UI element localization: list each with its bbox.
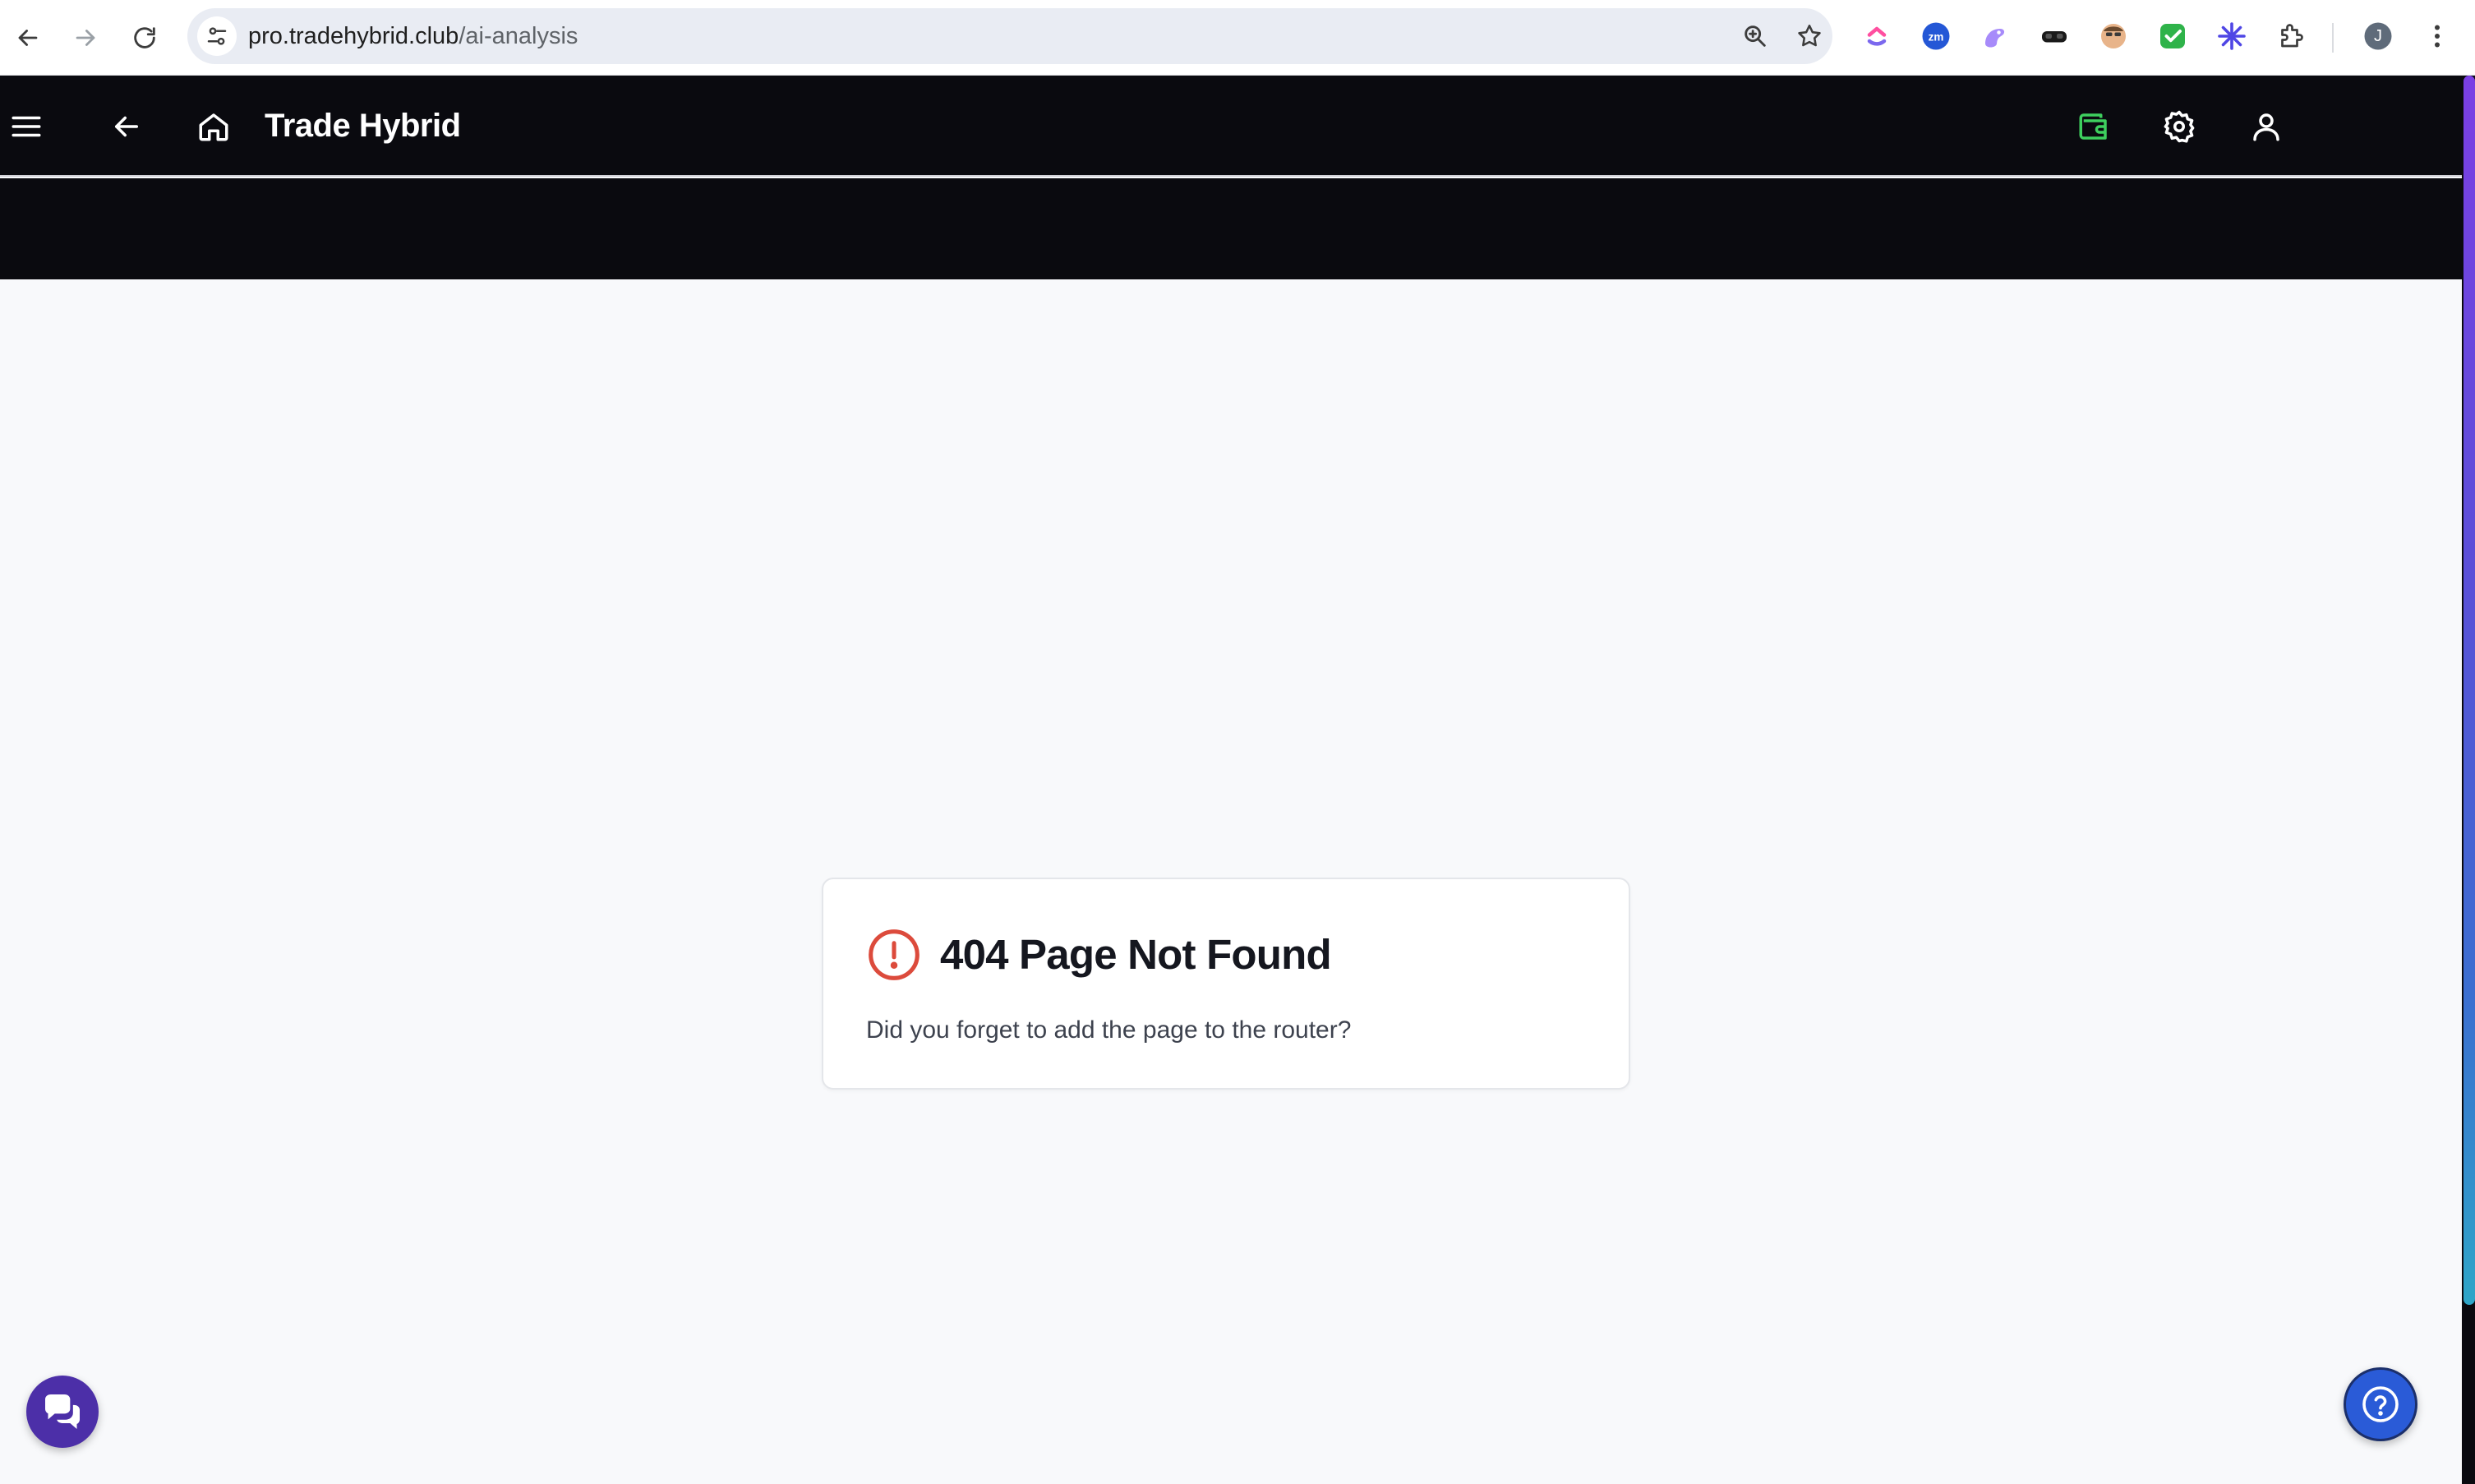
svg-text:zm: zm (1929, 30, 1944, 43)
browser-back-button[interactable] (8, 18, 48, 58)
extension-checkmark[interactable] (2156, 20, 2189, 53)
scrollbar-thumb[interactable] (2463, 76, 2475, 1305)
zoom-indicator-button[interactable] (1739, 20, 1772, 53)
not-found-card: 404 Page Not Found Did you forget to add… (822, 878, 1630, 1090)
help-circle-icon (2362, 1386, 2399, 1422)
bookmark-button[interactable] (1793, 20, 1826, 53)
reload-icon (134, 27, 155, 48)
alert-circle-icon (866, 927, 922, 983)
ai-assistant-icon (1985, 29, 2005, 48)
extension-sparkle[interactable] (2215, 20, 2248, 53)
browser-forward-button[interactable] (66, 18, 105, 58)
browser-menu-button[interactable] (2421, 20, 2454, 53)
more-vertical-icon (2435, 25, 2440, 48)
back-button[interactable] (102, 102, 151, 151)
wallet-button[interactable] (2069, 102, 2118, 151)
vr-headset-icon (2042, 31, 2067, 43)
address-bar[interactable]: pro.tradehybrid.club/ai-analysis (187, 8, 1832, 64)
home-button[interactable] (189, 102, 238, 151)
menu-button[interactable] (2, 102, 51, 151)
app-title[interactable]: Trade Hybrid (265, 76, 461, 177)
not-found-message: Did you forget to add the page to the ro… (866, 1016, 1352, 1044)
url-host: pro.tradehybrid.club (248, 23, 459, 49)
arrow-right-icon (76, 30, 95, 46)
extension-clickup[interactable] (1860, 20, 1893, 53)
gear-icon (2164, 110, 2195, 143)
chat-button[interactable] (26, 1376, 99, 1448)
app-header: Trade Hybrid (0, 76, 2462, 177)
sparkle-extension-icon (2218, 22, 2246, 50)
profile-initial: J (2374, 27, 2382, 45)
extensions-menu-button[interactable] (2275, 20, 2307, 53)
user-icon (2253, 113, 2279, 141)
account-button[interactable] (2242, 102, 2291, 151)
browser-toolbar: pro.tradehybrid.club/ai-analysis zm J (0, 0, 2475, 76)
wallet-icon (2079, 113, 2107, 140)
url-path: /ai-analysis (459, 23, 578, 49)
profile-button[interactable]: J (2362, 20, 2394, 53)
zoom-icon: zm (1922, 22, 1950, 50)
extension-zoom[interactable]: zm (1920, 20, 1952, 53)
chat-bubbles-icon (45, 1394, 80, 1429)
hamburger-icon (12, 116, 41, 137)
tune-icon (207, 27, 227, 45)
checkmark-extension-icon (2160, 24, 2185, 48)
zoom-in-icon (1744, 25, 1766, 47)
header-sub-band (0, 178, 2462, 279)
extension-avatar[interactable] (2097, 20, 2130, 53)
browser-reload-button[interactable] (125, 18, 164, 58)
arrow-left-icon (18, 30, 38, 46)
url-text[interactable]: pro.tradehybrid.club/ai-analysis (248, 8, 578, 64)
puzzle-icon (2281, 24, 2303, 48)
home-icon (199, 113, 228, 141)
avatar-extension-icon (2101, 24, 2126, 48)
not-found-title: 404 Page Not Found (940, 931, 1332, 978)
extension-vr-headset[interactable] (2038, 20, 2071, 53)
extension-ai-assistant[interactable] (1979, 20, 2012, 53)
settings-button[interactable] (2155, 102, 2204, 151)
clickup-icon (1867, 26, 1887, 46)
help-button[interactable] (2344, 1367, 2417, 1441)
site-info-button[interactable] (197, 16, 237, 56)
arrow-left-icon (115, 116, 138, 137)
toolbar-divider (2332, 23, 2334, 53)
star-icon (1798, 24, 1821, 47)
